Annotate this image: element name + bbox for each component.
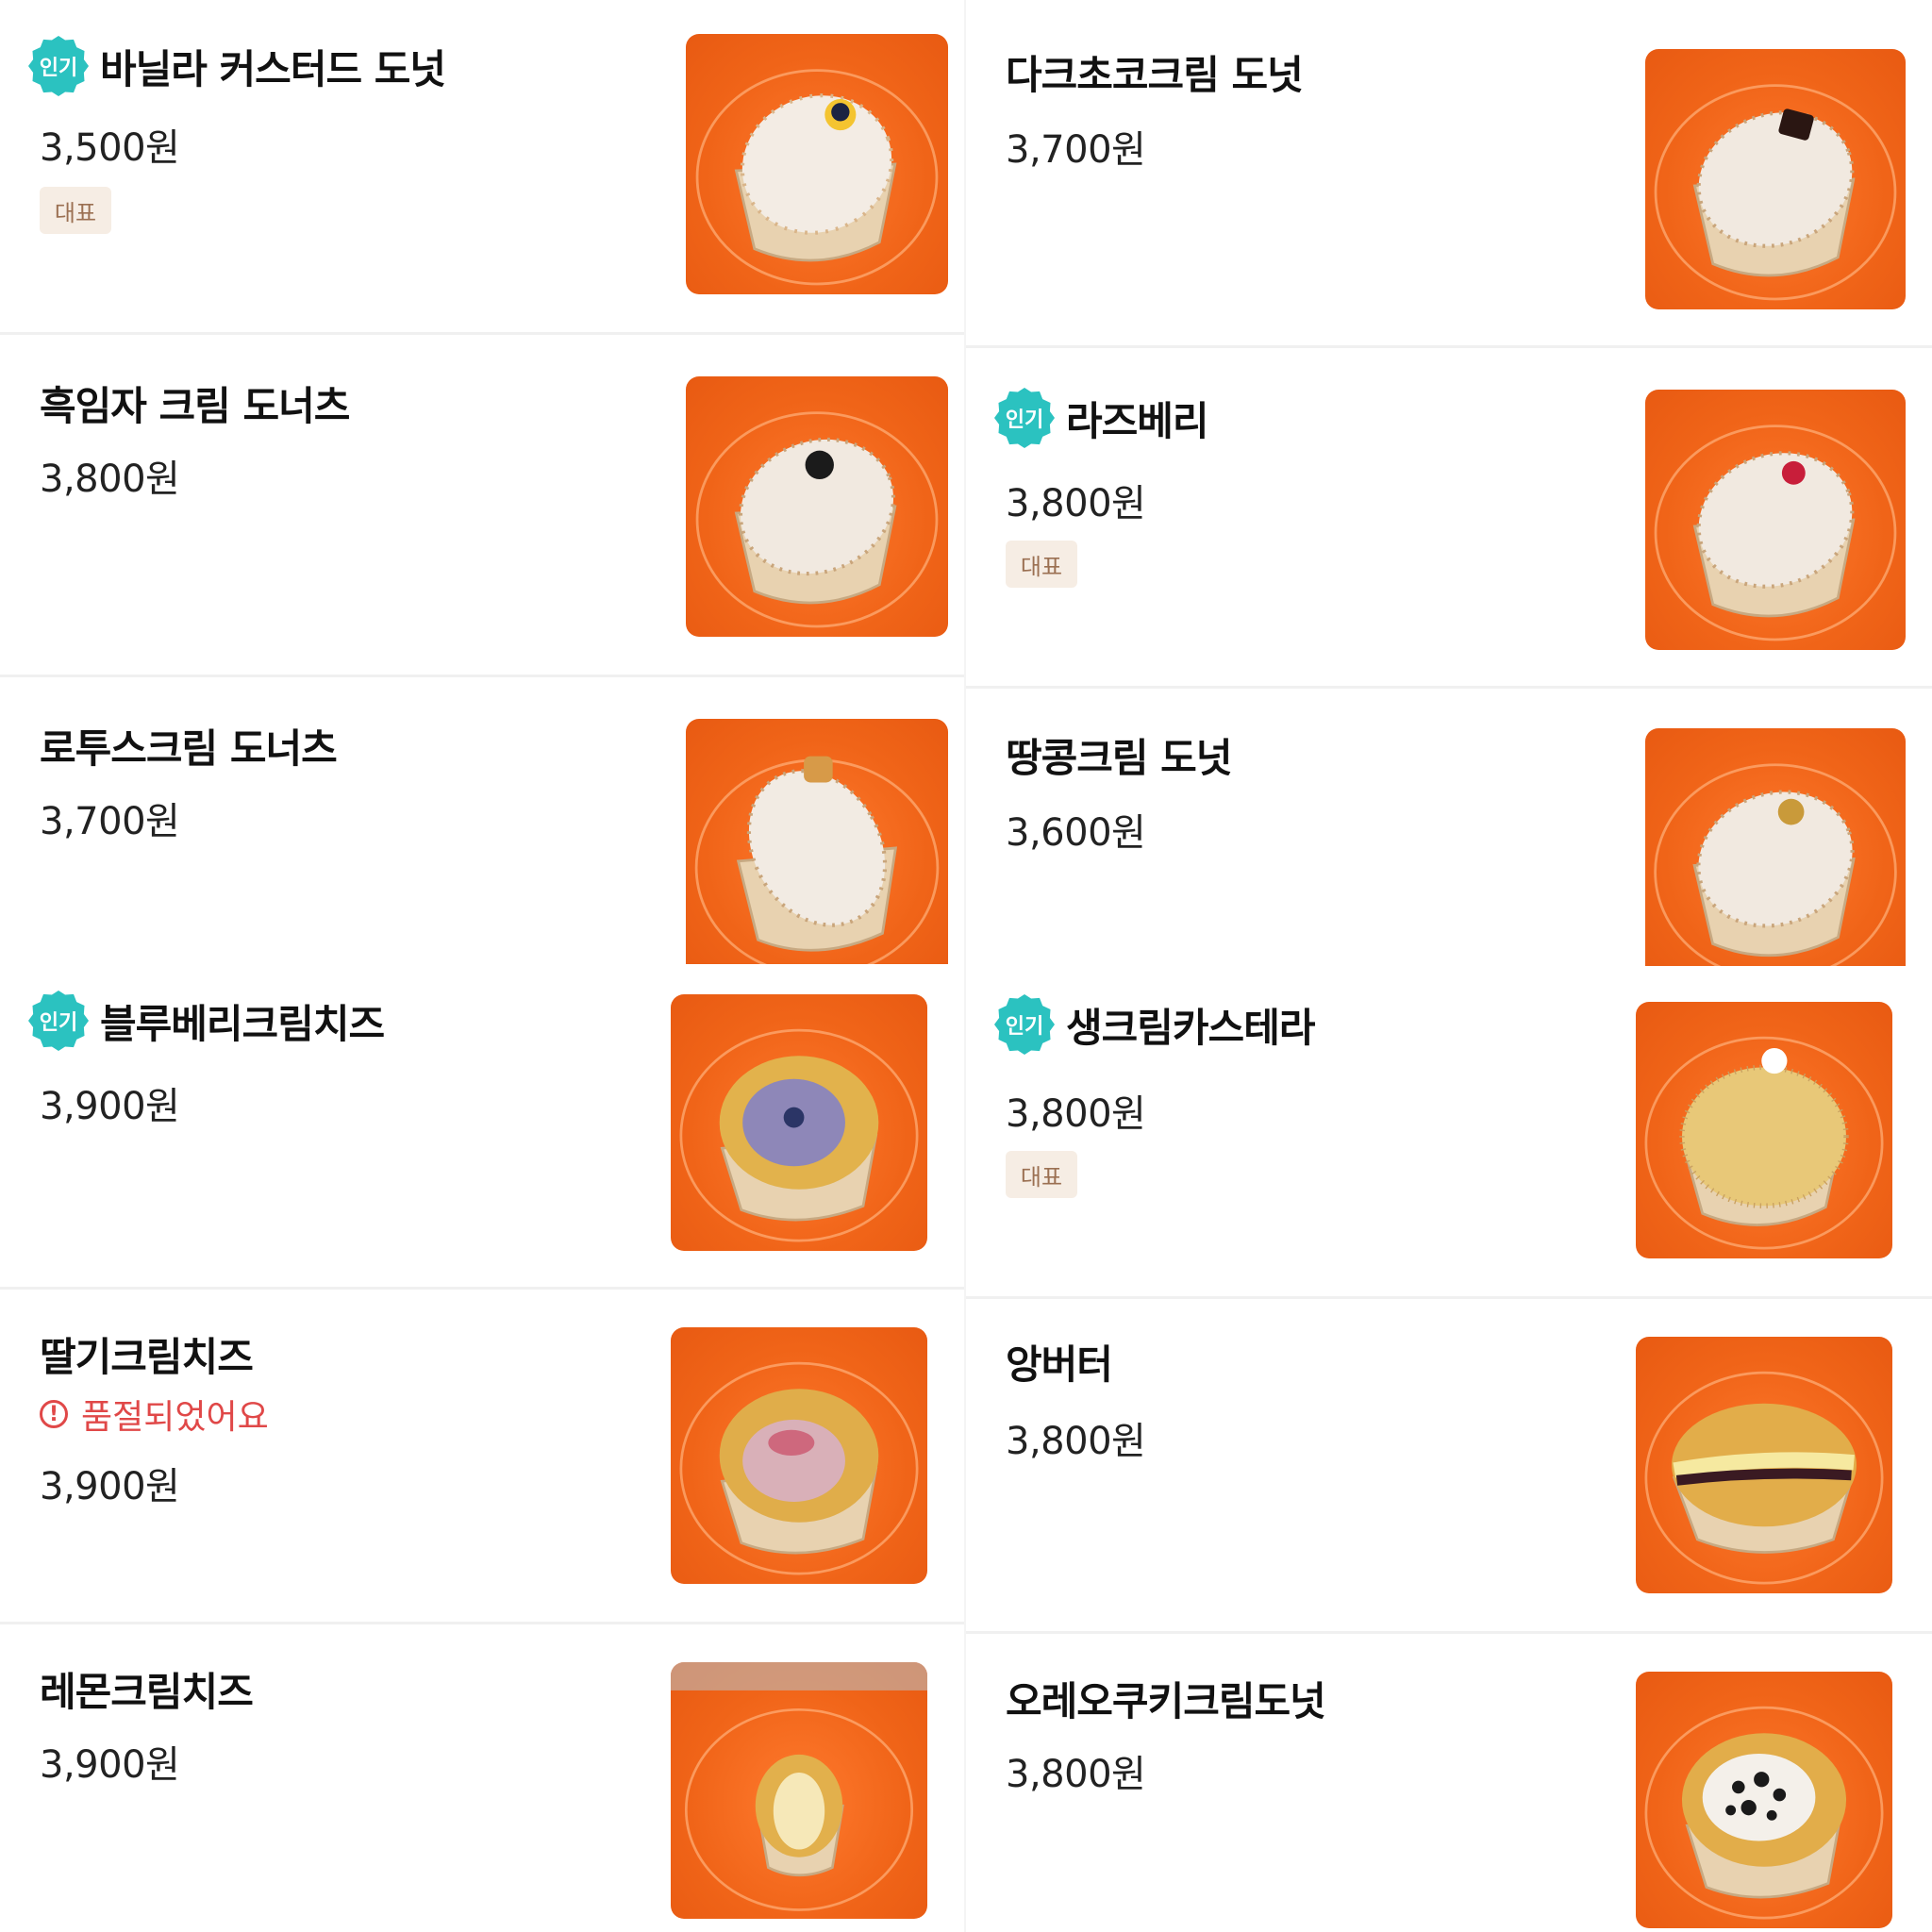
donut-vanilla-custard-icon [695,69,939,286]
sold-out-notice: ! 품절되었어요 [40,1390,269,1439]
menu-photo[interactable] [686,719,948,964]
bun-strawberry-cream-cheese-icon [679,1361,919,1575]
menu-photo[interactable] [1636,1672,1892,1928]
menu-item-name: 땅콩크림 도넛 [1006,735,1232,781]
menu-photo[interactable] [686,34,948,294]
menu-item-price: 3,700원 [1006,128,1146,172]
name-row: 레몬크림치즈 [40,1660,254,1718]
name-row: 딸기크림치즈 [40,1325,254,1383]
name-row: 땅콩크림 도넛 [1006,726,1232,784]
name-row: 다크초코크림 도넛 [1006,43,1304,101]
menu-item[interactable]: 레몬크림치즈 3,900원 [0,1624,964,1932]
menu-item-name: 앙버터 [1006,1341,1113,1388]
menu-item[interactable]: 인기 생크림카스테라 3,800원 대표 [966,966,1932,1296]
bun-blueberry-cream-cheese-icon [679,1028,919,1242]
menu-item-price: 3,600원 [1006,811,1146,855]
menu-item-price: 3,800원 [1006,1092,1146,1136]
menu-item-price: 3,800원 [40,458,180,501]
menu-item-price: 3,900원 [40,1743,180,1787]
menu-item-name: 라즈베리 [1066,397,1209,444]
menu-photo[interactable] [1645,390,1906,650]
menu-item[interactable]: 인기 바닐라 커스터드 도넛 3,500원 대표 [0,0,964,332]
popular-badge: 인기 [994,994,1055,1055]
menu-item[interactable]: 흑임자 크림 도너츠 3,800원 [0,335,964,675]
menu-item-price: 3,800원 [1006,482,1146,525]
bun-oreo-cream-icon [1644,1706,1884,1920]
menu-photo[interactable] [671,1662,927,1919]
donut-cream-castella-icon [1644,1036,1884,1250]
menu-item-price: 3,800원 [1006,1753,1146,1796]
menu-photo[interactable] [1636,1337,1892,1593]
sold-out-text: 품절되었어요 [81,1398,269,1437]
menu-item-name: 오레오쿠키크림도넛 [1006,1678,1326,1724]
menu-item-price: 3,700원 [40,800,180,843]
name-row: 인기 생크림카스테라 [994,994,1315,1055]
menu-item[interactable]: 인기 라즈베리 3,800원 대표 [966,348,1932,686]
donut-lotus-icon [694,756,940,964]
menu-item-price: 3,900원 [40,1085,180,1128]
warning-icon: ! [40,1400,68,1428]
menu-item-name: 로투스크림 도너츠 [40,725,338,772]
menu-item-price: 3,500원 [40,126,180,170]
representative-tag: 대표 [1006,541,1077,588]
bun-lemon-cream-cheese-icon [671,1662,927,1911]
representative-tag: 대표 [40,187,111,234]
menu-item[interactable]: 오레오쿠키크림도넛 3,800원 [966,1634,1932,1932]
menu-item[interactable]: 다크초코크림 도넛 3,700원 [966,9,1932,345]
menu-photo[interactable] [1636,1002,1892,1258]
menu-photo[interactable] [1645,728,1906,966]
popular-badge: 인기 [28,36,89,96]
menu-item[interactable]: 인기 블루베리크림치즈 3,900원 [0,964,964,1287]
menu-item-name: 생크림카스테라 [1066,1004,1315,1051]
donut-peanut-icon [1654,763,1897,966]
menu-item-name: 다크초코크림 도넛 [1006,52,1304,98]
menu-item-name: 레몬크림치즈 [40,1669,254,1715]
name-row: 흑임자 크림 도너츠 [40,375,350,432]
menu-item-name: 흑임자 크림 도너츠 [40,383,350,429]
name-row: 오레오쿠키크림도넛 [1006,1670,1326,1727]
popular-badge: 인기 [28,991,89,1051]
menu-photo[interactable] [1645,49,1906,309]
name-row: 로투스크림 도너츠 [40,717,338,774]
menu-item[interactable]: 로투스크림 도너츠 3,700원 [0,677,964,964]
bun-red-bean-butter-icon [1644,1371,1884,1585]
menu-photo[interactable] [686,376,948,637]
menu-item-name: 바닐라 커스터드 도넛 [100,45,446,92]
name-row: 앙버터 [1006,1333,1113,1391]
menu-item-name: 블루베리크림치즈 [100,1000,385,1047]
donut-dark-choco-icon [1654,84,1897,301]
menu-item[interactable]: 딸기크림치즈 ! 품절되었어요 3,900원 [0,1290,964,1622]
name-row: 인기 바닐라 커스터드 도넛 [28,36,446,96]
menu-item-price: 3,900원 [40,1465,180,1508]
menu-photo[interactable] [671,1327,927,1584]
name-row: 인기 라즈베리 [994,388,1209,448]
name-row: 인기 블루베리크림치즈 [28,991,385,1051]
popular-badge: 인기 [994,388,1055,448]
menu-item-name: 딸기크림치즈 [40,1334,254,1380]
menu-photo[interactable] [671,994,927,1251]
menu-item-price: 3,800원 [1006,1420,1146,1463]
donut-raspberry-icon [1654,425,1897,641]
menu-item[interactable]: 앙버터 3,800원 [966,1299,1932,1631]
menu-item[interactable]: 땅콩크림 도넛 3,600원 [966,689,1932,966]
donut-black-sesame-icon [695,411,939,628]
representative-tag: 대표 [1006,1151,1077,1198]
